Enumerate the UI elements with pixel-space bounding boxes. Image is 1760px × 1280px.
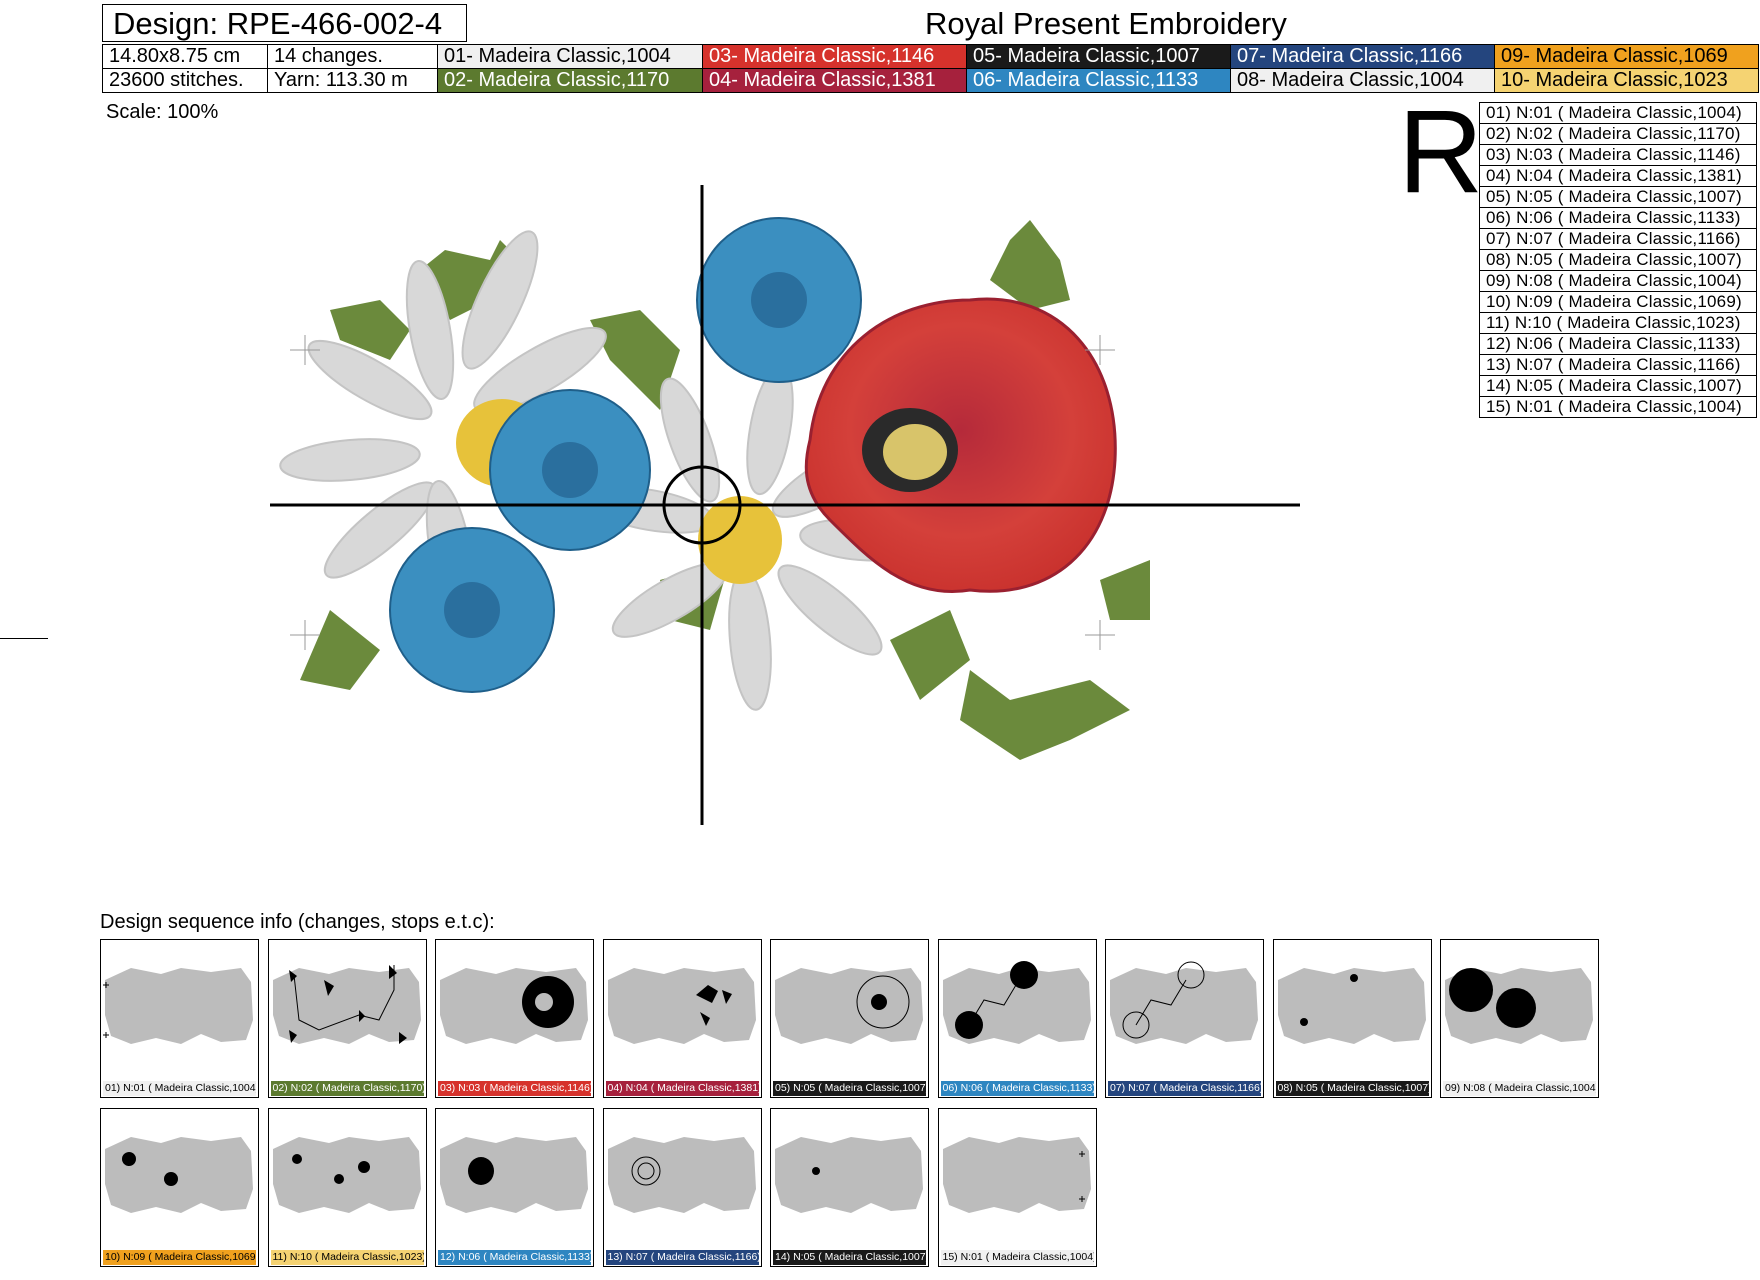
design-size: 14.80x8.75 cm bbox=[102, 44, 268, 69]
sequence-step-thumbnail: 07) N:07 ( Madeira Classic,1166) bbox=[1105, 939, 1264, 1098]
sequence-step-thumbnail: 03) N:03 ( Madeira Classic,1146) bbox=[435, 939, 594, 1098]
sequence-list-item: 08) N:05 ( Madeira Classic,1007) bbox=[1479, 249, 1757, 271]
thread-swatch: 03- Madeira Classic,1146 bbox=[702, 44, 967, 69]
sequence-list-item: 12) N:06 ( Madeira Classic,1133) bbox=[1479, 333, 1757, 355]
sequence-list-item: 13) N:07 ( Madeira Classic,1166) bbox=[1479, 354, 1757, 376]
step-caption: 02) N:02 ( Madeira Classic,1170) bbox=[270, 1081, 424, 1096]
step-preview bbox=[942, 961, 1091, 1044]
design-info-table: 14.80x8.75 cm 14 changes. 01- Madeira Cl… bbox=[102, 44, 1759, 93]
margin-line bbox=[0, 638, 48, 639]
step-caption: 15) N:01 ( Madeira Classic,1004) bbox=[940, 1250, 1094, 1265]
sequence-list-item: 14) N:05 ( Madeira Classic,1007) bbox=[1479, 375, 1757, 397]
scale-label: Scale: 100% bbox=[106, 101, 219, 123]
sequence-step-thumbnail: 06) N:06 ( Madeira Classic,1133) bbox=[937, 939, 1097, 1098]
stitch-sequence-list: 01) N:01 ( Madeira Classic,1004) 02) N:02… bbox=[1479, 102, 1757, 418]
step-preview bbox=[607, 1137, 756, 1213]
sequence-step-thumbnail: 12) N:06 ( Madeira Classic,1133) bbox=[435, 1108, 594, 1267]
step-preview bbox=[103, 968, 253, 1044]
step-caption: 14) N:05 ( Madeira Classic,1007) bbox=[773, 1250, 926, 1265]
sequence-title: Design sequence info (changes, stops e.t… bbox=[100, 911, 495, 933]
sequence-step-thumbnail: 08) N:05 ( Madeira Classic,1007) bbox=[1272, 939, 1432, 1098]
step-preview bbox=[775, 968, 923, 1044]
color-changes: 14 changes. bbox=[267, 44, 438, 69]
thread-swatch: 07- Madeira Classic,1166 bbox=[1230, 44, 1495, 69]
thread-swatch: 04- Madeira Classic,1381 bbox=[702, 68, 967, 93]
sequence-list-item: 02) N:02 ( Madeira Classic,1170) bbox=[1479, 123, 1757, 145]
step-caption: 05) N:05 ( Madeira Classic,1007) bbox=[773, 1081, 926, 1096]
step-caption: 06) N:06 ( Madeira Classic,1133) bbox=[940, 1081, 1094, 1096]
step-caption: 03) N:03 ( Madeira Classic,1146) bbox=[438, 1081, 591, 1096]
sequence-list-item: 07) N:07 ( Madeira Classic,1166) bbox=[1479, 228, 1757, 250]
sequence-list-item: 01) N:01 ( Madeira Classic,1004) bbox=[1479, 102, 1757, 124]
sequence-step-thumbnail: 09) N:08 ( Madeira Classic,1004) bbox=[1440, 939, 1599, 1098]
stitch-count: 23600 stitches. bbox=[102, 68, 268, 93]
sequence-step-thumbnail: 10) N:09 ( Madeira Classic,1069) bbox=[100, 1108, 259, 1267]
step-preview bbox=[272, 1137, 421, 1213]
step-caption: 07) N:07 ( Madeira Classic,1166) bbox=[1108, 1081, 1261, 1096]
sequence-step-thumbnail: 05) N:05 ( Madeira Classic,1007) bbox=[770, 939, 929, 1098]
sequence-list-item: 04) N:04 ( Madeira Classic,1381) bbox=[1479, 165, 1757, 187]
step-caption: 09) N:08 ( Madeira Classic,1004) bbox=[1443, 1081, 1596, 1096]
orientation-mark: R bbox=[1398, 86, 1484, 218]
step-preview bbox=[272, 965, 421, 1044]
step-preview bbox=[1445, 968, 1593, 1044]
sequence-step-thumbnail: 11) N:10 ( Madeira Classic,1023) bbox=[267, 1108, 427, 1267]
sequence-step-thumbnail: 13) N:07 ( Madeira Classic,1166) bbox=[602, 1108, 762, 1267]
sequence-list-item: 03) N:03 ( Madeira Classic,1146) bbox=[1479, 144, 1757, 166]
step-preview bbox=[1110, 961, 1258, 1044]
sequence-list-item: 11) N:10 ( Madeira Classic,1023) bbox=[1479, 312, 1757, 334]
sequence-step-thumbnail: 04) N:04 ( Madeira Classic,1381) bbox=[602, 939, 762, 1098]
step-caption: 10) N:09 ( Madeira Classic,1069) bbox=[103, 1250, 256, 1265]
sequence-list-item: 10) N:09 ( Madeira Classic,1069) bbox=[1479, 291, 1757, 313]
step-caption: 13) N:07 ( Madeira Classic,1166) bbox=[605, 1250, 759, 1265]
sequence-step-thumbnail: 14) N:05 ( Madeira Classic,1007) bbox=[770, 1108, 929, 1267]
sequence-list-item: 09) N:08 ( Madeira Classic,1004) bbox=[1479, 270, 1757, 292]
thread-swatch: 05- Madeira Classic,1007 bbox=[966, 44, 1231, 69]
thread-swatch: 09- Madeira Classic,1069 bbox=[1494, 44, 1759, 69]
thread-swatch: 02- Madeira Classic,1170 bbox=[437, 68, 703, 93]
sequence-list-item: 15) N:01 ( Madeira Classic,1004) bbox=[1479, 396, 1757, 418]
step-preview bbox=[105, 1137, 253, 1213]
embroidery-preview bbox=[270, 185, 1300, 825]
sequence-list-item: 05) N:05 ( Madeira Classic,1007) bbox=[1479, 186, 1757, 208]
sequence-step-thumbnail: 02) N:02 ( Madeira Classic,1170) bbox=[267, 939, 427, 1098]
step-caption: 01) N:01 ( Madeira Classic,1004) bbox=[103, 1081, 256, 1096]
step-preview bbox=[440, 1137, 588, 1213]
design-title: Design: RPE-466-002-4 bbox=[102, 4, 467, 42]
step-preview bbox=[607, 968, 756, 1044]
step-caption: 12) N:06 ( Madeira Classic,1133) bbox=[438, 1250, 591, 1265]
step-preview bbox=[1277, 968, 1426, 1044]
thread-swatch: 10- Madeira Classic,1023 bbox=[1494, 68, 1759, 93]
thread-swatch: 06- Madeira Classic,1133 bbox=[966, 68, 1231, 93]
step-preview bbox=[775, 1137, 923, 1213]
step-preview bbox=[942, 1137, 1091, 1213]
brand-name: Royal Present Embroidery bbox=[925, 6, 1287, 41]
thread-swatch: 01- Madeira Classic,1004 bbox=[437, 44, 703, 69]
step-caption: 04) N:04 ( Madeira Classic,1381) bbox=[605, 1081, 759, 1096]
step-preview bbox=[440, 968, 588, 1044]
sequence-step-thumbnail: 01) N:01 ( Madeira Classic,1004) bbox=[100, 939, 259, 1098]
yarn-length: Yarn: 113.30 m bbox=[267, 68, 438, 93]
sequence-list-item: 06) N:06 ( Madeira Classic,1133) bbox=[1479, 207, 1757, 229]
sequence-step-thumbnail: 15) N:01 ( Madeira Classic,1004) bbox=[937, 1108, 1097, 1267]
step-caption: 11) N:10 ( Madeira Classic,1023) bbox=[270, 1250, 424, 1265]
step-caption: 08) N:05 ( Madeira Classic,1007) bbox=[1275, 1081, 1429, 1096]
